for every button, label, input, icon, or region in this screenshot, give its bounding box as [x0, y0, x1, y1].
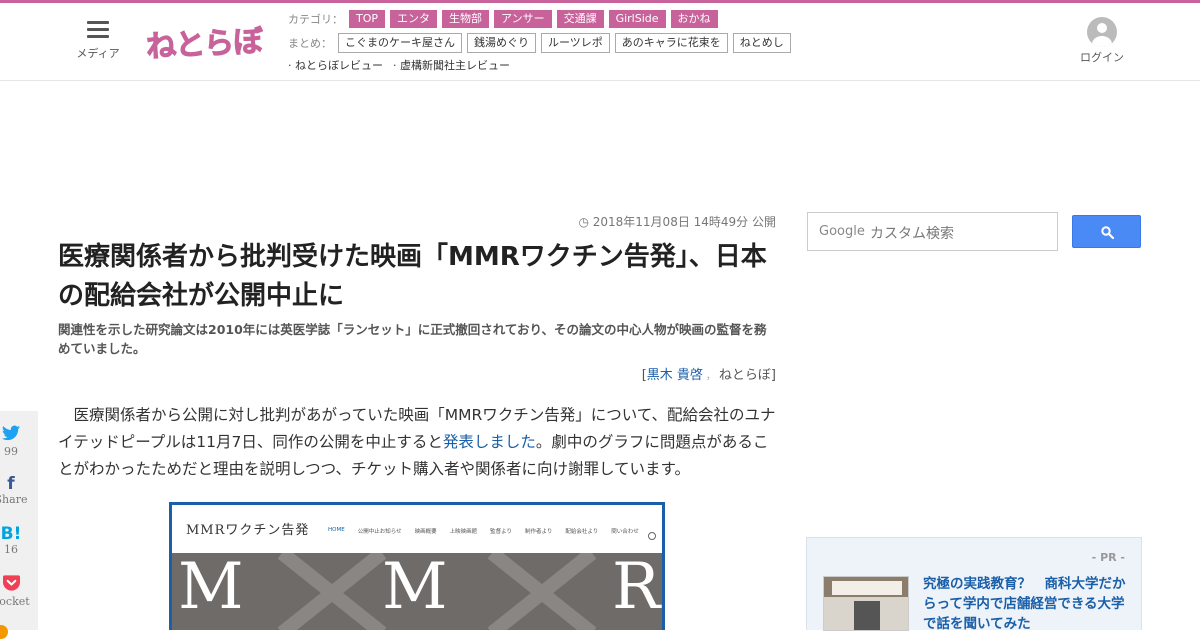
hamburger-icon [87, 21, 109, 39]
screenshot-site-nav: HOME 公開中止お知らせ 映画概要 上映映画館 監督より 制作者より 配給会社… [328, 527, 652, 535]
pr-label: - PR - [1091, 551, 1125, 564]
pr-widget: - PR - 究極の実践教育？ 商科大学だからって学内で店舗経営できる大学で話を… [806, 537, 1142, 632]
media-menu-label: メディア [76, 47, 120, 60]
author-link[interactable]: 黒木 貴啓 [647, 368, 703, 383]
facebook-share-button[interactable]: f Share [0, 475, 38, 506]
review-nav: · ねとらぼレビュー · 虚構新聞社主レビュー [288, 57, 520, 73]
screenshot-x-decoration [277, 553, 387, 630]
screenshot-nav-item: HOME [328, 527, 345, 533]
article-byline: [黒木 貴啓，ねとらぼ] [560, 364, 776, 383]
screenshot-hero-letter: M [178, 550, 244, 624]
screenshot-nav-item: 監督より [490, 529, 512, 535]
category-girlside[interactable]: GirlSide [608, 10, 666, 28]
review-link-kyokou[interactable]: · 虚構新聞社主レビュー [393, 57, 510, 73]
screenshot-hero-letter: M [382, 550, 448, 624]
clock-icon: ◷ [578, 215, 593, 229]
screenshot-hero-letter: R [612, 550, 661, 624]
summary-hanataba[interactable]: あのキャラに花束を [614, 33, 728, 53]
category-seibutsu[interactable]: 生物部 [442, 10, 490, 28]
login-button[interactable]: ログイン [1078, 17, 1126, 65]
category-label: カテゴリ： [288, 13, 343, 26]
category-answer[interactable]: アンサー [494, 10, 552, 28]
summary-label: まとめ： [288, 37, 332, 50]
category-nav: カテゴリ： TOP エンタ 生物部 アンサー 交通課 GirlSide おかね [288, 10, 723, 28]
feed-icon [0, 625, 8, 639]
search-button[interactable] [1072, 215, 1141, 248]
site-logo[interactable]: ねとらぼ [145, 16, 264, 66]
screenshot-site-logo: MMRワクチン告発 [186, 523, 310, 538]
article-screenshot-image[interactable]: MMRワクチン告発 HOME 公開中止お知らせ 映画概要 上映映画館 監督より … [169, 502, 665, 630]
article-title: 医療関係者から批判受けた映画「MMRワクチン告発」、日本の配給会社が公開中止に [58, 242, 767, 311]
pocket-label: Pocket [0, 595, 30, 608]
summary-netomeshi[interactable]: ねとめし [732, 33, 791, 53]
article-subtitle: 関連性を示した研究論文は2010年には英医学誌「ランセット」に正式撤回されており… [58, 322, 767, 356]
screenshot-x-decoration [487, 553, 597, 630]
screenshot-nav-item: 配給会社より [565, 529, 599, 535]
screenshot-search-icon [648, 532, 656, 540]
feed-button[interactable] [0, 625, 38, 639]
hatena-bookmark-icon: B! [0, 524, 22, 544]
announcement-link[interactable]: 発表しました [443, 433, 536, 451]
screenshot-nav-item: 上映映画館 [449, 529, 478, 535]
custom-search-input[interactable]: Google カスタム検索 [807, 212, 1058, 251]
search-placeholder: カスタム検索 [870, 226, 954, 242]
hatena-bookmark-button[interactable]: B! 16 [0, 525, 38, 556]
search-icon [1101, 226, 1114, 239]
facebook-icon: f [7, 474, 15, 494]
twitter-share-count: 99 [4, 445, 18, 458]
category-top[interactable]: TOP [349, 10, 386, 28]
pocket-save-button[interactable]: Pocket [0, 575, 38, 608]
site-header: メディア ねとらぼ カテゴリ： TOP エンタ 生物部 アンサー 交通課 Gir… [0, 3, 1200, 81]
byline-close-bracket: ] [770, 368, 776, 383]
twitter-icon [2, 425, 20, 441]
pocket-icon [2, 575, 20, 591]
pr-thumbnail-image[interactable] [823, 576, 909, 631]
category-okane[interactable]: おかね [670, 10, 718, 28]
pr-article-link[interactable]: 究極の実践教育？ 商科大学だからって学内で店舗経営できる大学で話を聞いてみた [923, 574, 1128, 634]
category-koutsuu[interactable]: 交通課 [556, 10, 604, 28]
pr-thumbnail-sign [832, 581, 902, 595]
facebook-share-label: Share [0, 493, 28, 506]
user-avatar-icon [1087, 17, 1117, 47]
login-label: ログイン [1080, 51, 1124, 64]
screenshot-nav-item: 映画概要 [414, 529, 437, 535]
screenshot-nav-item: 制作者より [525, 529, 553, 535]
article-body-paragraph: 医療関係者から公開に対し批判があがっていた映画「MMRワクチン告発」について、配… [58, 402, 778, 483]
screenshot-site-header: MMRワクチン告発 HOME 公開中止お知らせ 映画概要 上映映画館 監督より … [172, 505, 662, 553]
publish-date: ◷ 2018年11月08日 14時49分 公開 [578, 215, 776, 229]
media-menu-button[interactable]: メディア [74, 21, 122, 61]
category-enta[interactable]: エンタ [390, 10, 438, 28]
google-brand-label: Google [819, 224, 865, 239]
summary-nav: まとめ： こぐまのケーキ屋さん 銭湯めぐり ルーツレポ あのキャラに花束を ねと… [288, 33, 796, 53]
hatena-bookmark-count: 16 [4, 543, 18, 556]
screenshot-nav-item: 問い合わせ [611, 529, 639, 535]
byline-separator: ， [705, 371, 716, 382]
share-sidebar: 99 f Share B! 16 Pocket [0, 411, 38, 639]
screenshot-nav-item: 公開中止お知らせ [357, 529, 402, 535]
pr-thumbnail-door [854, 601, 880, 630]
summary-sento[interactable]: 銭湯めぐり [467, 33, 536, 53]
summary-roots[interactable]: ルーツレポ [541, 33, 610, 53]
review-link-netorabo[interactable]: · ねとらぼレビュー [288, 57, 383, 73]
twitter-share-button[interactable]: 99 [0, 425, 38, 458]
publisher-name: ねとらぼ [718, 368, 771, 383]
summary-kogumacake[interactable]: こぐまのケーキ屋さん [338, 33, 462, 53]
